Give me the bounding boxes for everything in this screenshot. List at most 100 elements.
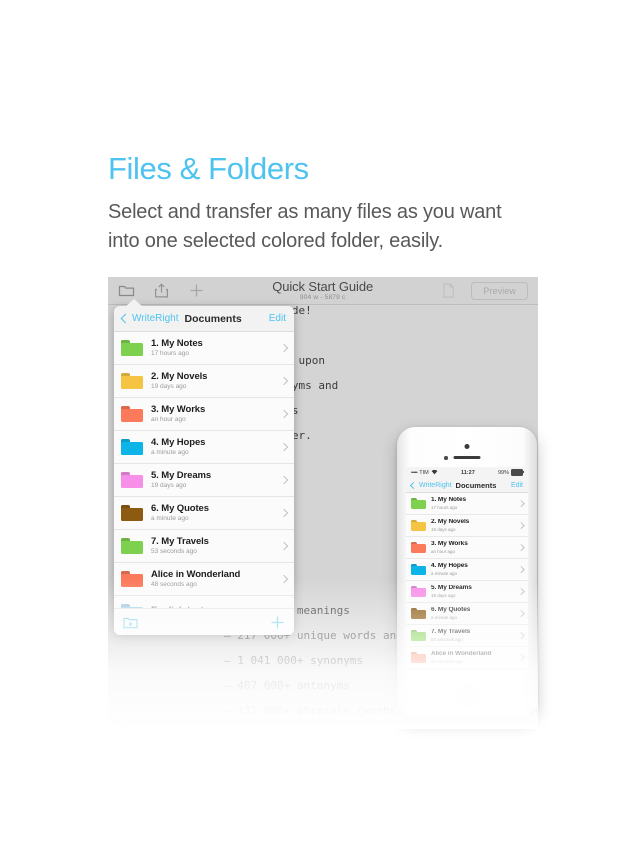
list-item[interactable]: 4. My Hopes a minute ago bbox=[114, 431, 294, 464]
share-icon[interactable] bbox=[153, 282, 170, 299]
list-item-date: 19 days ago bbox=[151, 482, 187, 489]
list-item-date: 19 days ago bbox=[431, 526, 456, 532]
list-item[interactable]: Alice in Wonderland 48 seconds ago bbox=[406, 647, 528, 669]
preview-button[interactable]: Preview bbox=[471, 281, 528, 300]
list-item-date: a minute ago bbox=[151, 515, 189, 522]
chevron-right-icon bbox=[279, 376, 289, 386]
list-item-name: 4. My Hopes bbox=[431, 563, 468, 569]
folder-icon bbox=[121, 604, 143, 608]
list-item-text: 5. My Dreams 19 days ago bbox=[151, 471, 277, 490]
folder-icon bbox=[411, 498, 426, 509]
back-button[interactable]: WriteRight bbox=[409, 481, 452, 489]
list-item[interactable]: 2. My Novels 19 days ago bbox=[114, 365, 294, 398]
list-item[interactable]: 6. My Quotes a minute ago bbox=[114, 497, 294, 530]
edit-button[interactable]: Edit bbox=[511, 482, 523, 489]
folder-icon[interactable] bbox=[118, 282, 135, 299]
folder-icon bbox=[411, 586, 426, 597]
list-item[interactable]: 2. My Novels 19 days ago bbox=[406, 515, 528, 537]
iphone-device: ••••• TIM 11:27 99% WriteRight Documents… bbox=[397, 427, 537, 717]
add-document-icon[interactable] bbox=[270, 615, 285, 630]
chevron-right-icon bbox=[517, 610, 524, 617]
list-item-name: 5. My Dreams bbox=[151, 470, 212, 480]
popover-arrow bbox=[125, 299, 143, 307]
list-item[interactable]: 1. My Notes 17 hours ago bbox=[406, 493, 528, 515]
chevron-down-icon[interactable] bbox=[461, 669, 473, 672]
list-item[interactable]: 7. My Travels 53 seconds ago bbox=[406, 625, 528, 647]
list-item-text: 7. My Travels 53 seconds ago bbox=[151, 537, 277, 556]
list-item-name: 7. My Travels bbox=[431, 629, 471, 635]
chevron-right-icon bbox=[517, 500, 524, 507]
list-item-date: a minute ago bbox=[151, 449, 189, 456]
edit-button[interactable]: Edit bbox=[269, 313, 286, 324]
folder-icon bbox=[411, 608, 426, 619]
toolbar-left-group bbox=[108, 282, 205, 299]
clock-label: 11:27 bbox=[460, 469, 475, 476]
home-button[interactable] bbox=[455, 684, 479, 708]
list-item-text: Alice in Wonderland 48 seconds ago bbox=[151, 570, 277, 589]
popover-bottom-bar bbox=[114, 608, 294, 635]
list-item-date: 19 days ago bbox=[151, 383, 187, 390]
new-folder-icon[interactable] bbox=[123, 616, 138, 629]
list-item-name: 6. My Quotes bbox=[151, 503, 209, 513]
list-item-date: 53 seconds ago bbox=[151, 548, 197, 555]
folder-icon bbox=[411, 542, 426, 553]
list-item-text: 6. My Quotes a minute ago bbox=[151, 504, 277, 523]
carrier-label: TIM bbox=[419, 469, 429, 476]
back-button[interactable]: WriteRight bbox=[120, 313, 179, 324]
list-item-text: Alice in Wonderland 48 seconds ago bbox=[431, 651, 515, 664]
folder-icon bbox=[121, 571, 143, 587]
list-item-date: an hour ago bbox=[151, 416, 186, 423]
documents-list[interactable]: 1. My Notes 17 hours ago 2. My Novels 19… bbox=[114, 332, 294, 608]
list-item-text: 6. My Quotes a minute ago bbox=[431, 607, 515, 620]
list-item-name: 7. My Travels bbox=[151, 536, 209, 546]
promo-block: Files & Folders Select and transfer as m… bbox=[108, 151, 568, 256]
list-item-name: Alice in Wonderland bbox=[431, 651, 492, 657]
document-icon[interactable] bbox=[440, 282, 457, 299]
plus-icon[interactable] bbox=[188, 282, 205, 299]
list-item[interactable]: 1. My Notes 17 hours ago bbox=[114, 332, 294, 365]
list-item[interactable]: 4. My Hopes a minute ago bbox=[406, 559, 528, 581]
list-item[interactable]: 3. My Works an hour ago bbox=[114, 398, 294, 431]
folder-icon bbox=[121, 340, 143, 356]
chevron-right-icon bbox=[517, 588, 524, 595]
iphone-title: Documents bbox=[455, 480, 497, 490]
iphone-documents-list[interactable]: 1. My Notes 17 hours ago 2. My Novels 19… bbox=[406, 493, 528, 669]
chevron-right-icon bbox=[517, 654, 524, 661]
list-item[interactable]: 6. My Quotes a minute ago bbox=[406, 603, 528, 625]
chevron-right-icon bbox=[279, 409, 289, 419]
document-word-count: 904 w - 5879 c bbox=[299, 293, 346, 301]
list-item-date: 19 days ago bbox=[431, 592, 456, 598]
list-item-text: 4. My Hopes a minute ago bbox=[431, 563, 515, 576]
front-camera-icon bbox=[464, 444, 470, 449]
list-item-text: 5. My Dreams 19 days ago bbox=[431, 585, 515, 598]
list-item-date: a minute ago bbox=[431, 570, 458, 576]
list-item-text: 1. My Notes 17 hours ago bbox=[151, 339, 277, 358]
list-item[interactable]: 5. My Dreams 19 days ago bbox=[114, 464, 294, 497]
list-item[interactable]: 7. My Travels 53 seconds ago bbox=[114, 530, 294, 563]
popover-header: WriteRight Documents Edit bbox=[114, 306, 294, 332]
list-item-name: Alice in Wonderland bbox=[151, 569, 241, 579]
list-item-date: 17 hours ago bbox=[431, 504, 458, 510]
list-item-text: 1. My Notes 17 hours ago bbox=[431, 497, 515, 510]
list-item-name: 3. My Works bbox=[151, 404, 206, 414]
iphone-screen: ••••• TIM 11:27 99% WriteRight Documents… bbox=[406, 467, 528, 672]
list-item-text: 2. My Novels 19 days ago bbox=[151, 372, 277, 391]
list-item-text: 3. My Works an hour ago bbox=[151, 405, 277, 424]
list-item[interactable]: Alice in Wonderland 48 seconds ago bbox=[114, 563, 294, 596]
promo-subtitle: Select and transfer as many files as you… bbox=[108, 198, 568, 256]
list-item-text: English texts bbox=[151, 606, 277, 608]
folder-icon bbox=[121, 439, 143, 455]
list-item-text: 7. My Travels 53 seconds ago bbox=[431, 629, 515, 642]
list-item[interactable]: 3. My Works an hour ago bbox=[406, 537, 528, 559]
earpiece-speaker-icon bbox=[453, 456, 481, 459]
list-item[interactable]: 5. My Dreams 19 days ago bbox=[406, 581, 528, 603]
list-item-name: 2. My Novels bbox=[431, 519, 470, 525]
chevron-right-icon bbox=[279, 574, 289, 584]
list-item[interactable]: English texts bbox=[114, 596, 294, 608]
promo-subtitle-line2: into one selected colored folder, easily… bbox=[108, 230, 443, 253]
ipad-toolbar: Quick Start Guide 904 w - 5879 c Preview bbox=[108, 277, 538, 305]
chevron-left-icon bbox=[409, 481, 418, 489]
list-item-name: 3. My Works bbox=[431, 541, 468, 547]
promo-subtitle-line1: Select and transfer as many files as you… bbox=[108, 201, 502, 224]
list-item-text: 3. My Works an hour ago bbox=[431, 541, 515, 554]
